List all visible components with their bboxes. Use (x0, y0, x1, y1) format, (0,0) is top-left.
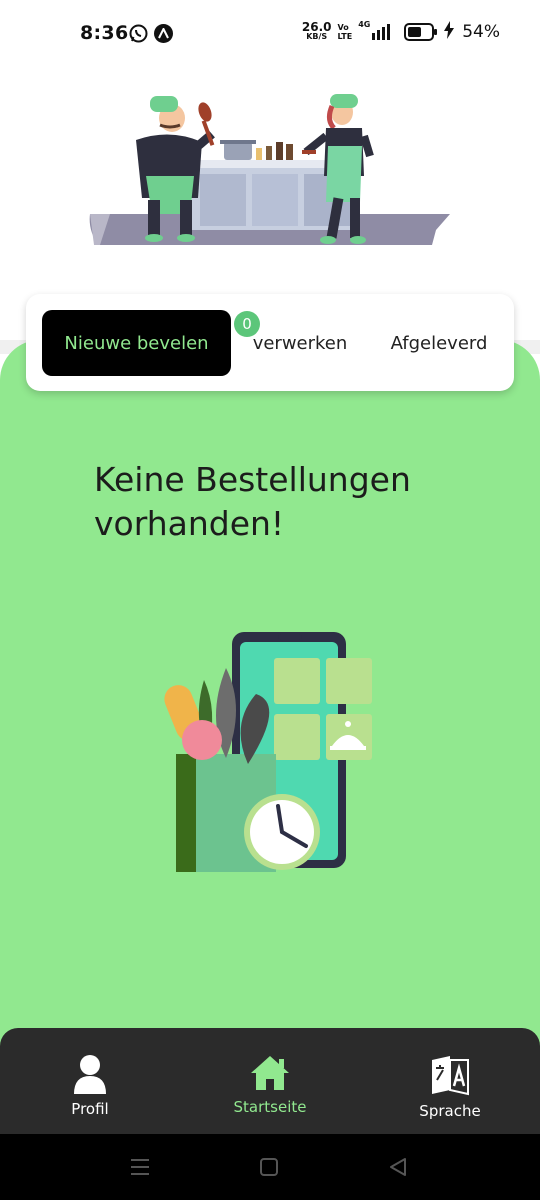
home-icon (251, 1056, 289, 1090)
battery-percent: 54% (462, 22, 500, 42)
system-navigation-bar (0, 1134, 540, 1200)
nav-profile-label: Profil (71, 1100, 109, 1118)
order-status-tabs: Nieuwe bevelen verwerken 0 Afgeleverd (26, 294, 514, 391)
network-type: 4G (358, 20, 371, 29)
status-app-icons (129, 24, 173, 43)
status-bar: 8:36 26.0 KB/S Vo LTE 4G 54% (0, 0, 540, 68)
empty-state-message: Keine Bestellungen vorhanden! (94, 460, 411, 543)
tab-delivered[interactable]: Afgeleverd (376, 310, 502, 376)
translate-icon (432, 1056, 469, 1096)
signal-icon: 4G (358, 20, 391, 40)
menu-icon[interactable] (130, 1158, 150, 1176)
net-speed-value: 26.0 (301, 20, 332, 34)
volte-top: Vo (337, 23, 349, 32)
volte-bottom: LTE (337, 32, 353, 41)
processing-count-badge: 0 (234, 311, 260, 337)
net-speed: 26.0 KB/S (301, 20, 332, 41)
back-icon[interactable] (388, 1157, 408, 1177)
whatsapp-icon (129, 24, 148, 43)
app-a-icon (154, 24, 173, 43)
status-right: 26.0 KB/S Vo LTE 4G 54% (301, 20, 500, 43)
nav-profile[interactable]: Profil (0, 1028, 180, 1134)
bottom-navigation: Profil Startseite Sprache (0, 1028, 540, 1134)
status-time: 8:36 (80, 22, 129, 44)
volte-indicator: Vo LTE (338, 23, 353, 41)
nav-language-label: Sprache (419, 1102, 481, 1120)
battery-icon (404, 23, 438, 41)
user-icon (74, 1055, 106, 1094)
nav-language[interactable]: Sprache (360, 1028, 540, 1134)
charging-icon (444, 21, 455, 43)
grocery-delivery-illustration (160, 628, 380, 878)
nav-home-label: Startseite (233, 1098, 307, 1116)
nav-home[interactable]: Startseite (180, 1028, 360, 1134)
tab-new-orders[interactable]: Nieuwe bevelen (42, 310, 231, 376)
net-speed-unit: KB/S (306, 32, 328, 41)
home-square-icon[interactable] (259, 1157, 279, 1177)
chefs-illustration (80, 80, 460, 250)
